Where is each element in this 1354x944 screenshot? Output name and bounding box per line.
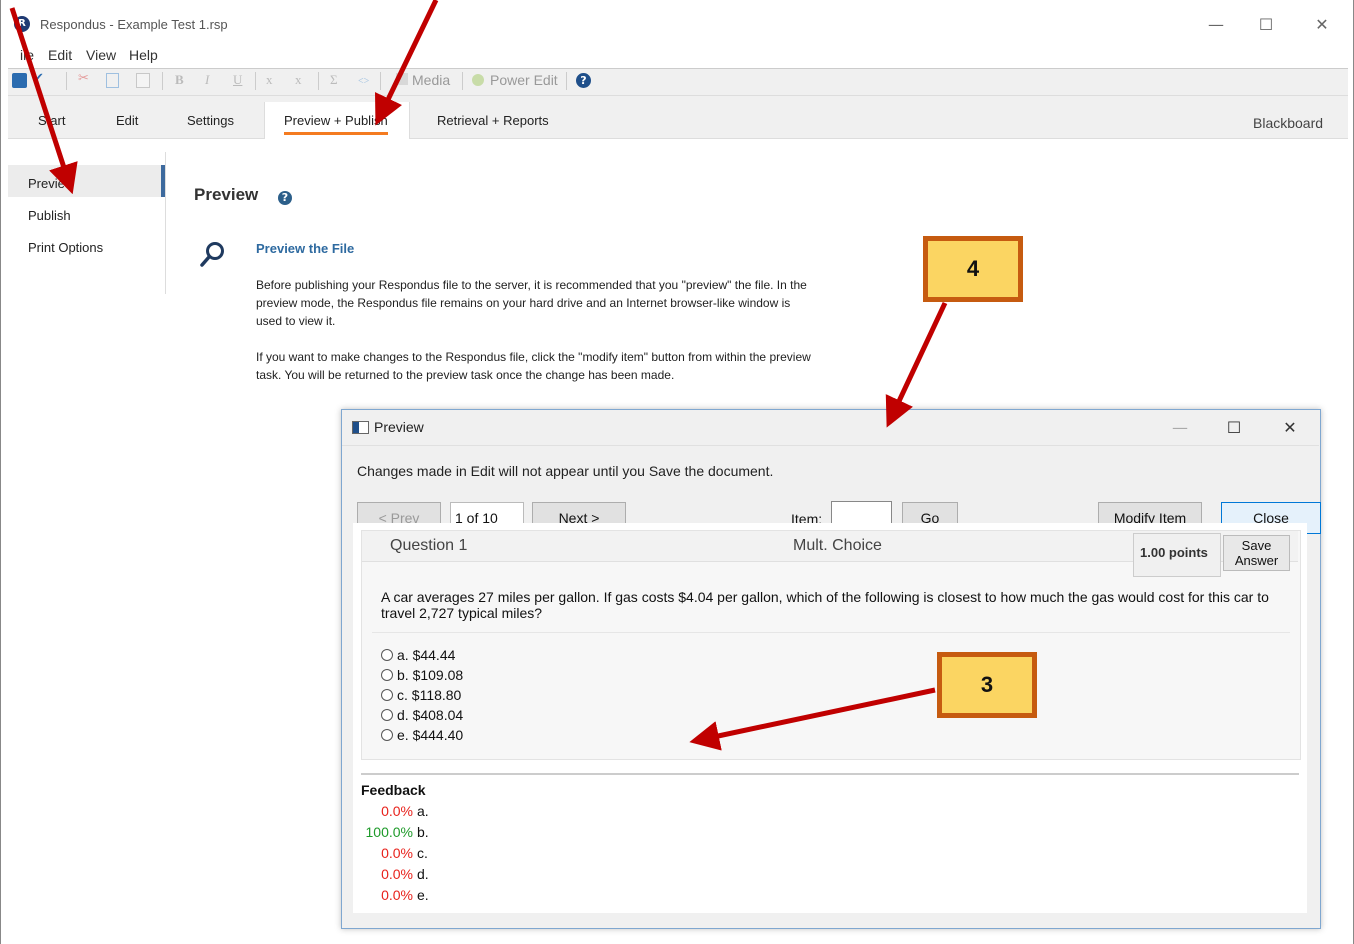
dialog-title: Preview <box>374 419 424 435</box>
choice-label: a. $44.44 <box>397 647 456 663</box>
cut-icon[interactable]: ✂ <box>78 71 89 86</box>
subscript-button[interactable]: x <box>266 72 273 90</box>
dialog-close-icon[interactable]: ✕ <box>1270 416 1310 440</box>
tab-settings[interactable]: Settings <box>187 113 234 128</box>
feedback-row: 0.0% a. <box>361 803 441 819</box>
save-icon[interactable] <box>12 73 27 88</box>
maximize-icon[interactable]: ☐ <box>1246 12 1286 38</box>
choice-label: c. $118.80 <box>397 687 462 703</box>
toolbar-divider <box>66 72 67 90</box>
save-answer-button[interactable]: Save Answer <box>1223 535 1290 571</box>
underline-button[interactable]: U <box>233 72 242 90</box>
question-number: Question 1 <box>390 537 468 554</box>
menu-help[interactable]: Help <box>129 47 158 63</box>
tab-preview-publish[interactable]: Preview + Publish <box>284 113 388 128</box>
section-subtitle: Preview the File <box>256 241 355 256</box>
sidebar-item-preview[interactable]: Preview <box>28 176 74 191</box>
feedback-percent: 0.0% <box>381 866 413 882</box>
power-edit-icon <box>472 74 484 86</box>
menu-file[interactable]: ile <box>20 47 34 63</box>
dialog-divider <box>342 445 1319 446</box>
close-icon[interactable]: ✕ <box>1302 12 1342 38</box>
lms-label: Blackboard <box>1253 115 1324 131</box>
feedback-letter: b. <box>417 824 429 840</box>
search-icon <box>200 242 224 267</box>
radio-button[interactable] <box>381 709 393 721</box>
feedback-letter: a. <box>417 803 429 819</box>
sidebar-divider <box>165 152 166 294</box>
spellcheck-icon[interactable]: ✔ <box>33 71 44 86</box>
toolbar-divider <box>162 72 163 90</box>
question-stem: A car averages 27 miles per gallon. If g… <box>381 589 1269 621</box>
toolbar-divider <box>318 72 319 90</box>
power-edit-button[interactable]: Power Edit <box>490 72 558 90</box>
menu-view[interactable]: View <box>86 47 116 63</box>
save-notice: Changes made in Edit will not appear unt… <box>357 463 774 479</box>
feedback-letter: c. <box>417 845 428 861</box>
radio-button[interactable] <box>381 649 393 661</box>
modify-paragraph: If you want to make changes to the Respo… <box>256 350 811 382</box>
choice-label: b. $109.08 <box>397 667 464 683</box>
question-type: Mult. Choice <box>793 537 882 554</box>
bold-button[interactable]: B <box>175 72 184 90</box>
radio-button[interactable] <box>381 669 393 681</box>
toolbar-divider <box>380 72 381 90</box>
callout-4: 4 <box>923 236 1023 302</box>
feedback-percent: 0.0% <box>381 803 413 819</box>
toolbar-divider <box>566 72 567 90</box>
answer-choice-d[interactable]: d. $408.04 <box>381 707 463 723</box>
paste-icon[interactable] <box>136 73 150 88</box>
sidebar-item-publish[interactable]: Publish <box>28 208 71 223</box>
feedback-letter: e. <box>417 887 429 903</box>
answer-choice-c[interactable]: c. $118.80 <box>381 687 461 703</box>
feedback-divider <box>361 773 1299 775</box>
feedback-row: 0.0% e. <box>361 887 441 903</box>
feedback-row: 0.0% d. <box>361 866 441 882</box>
tab-edit[interactable]: Edit <box>116 113 138 128</box>
media-button[interactable]: Media <box>412 72 450 90</box>
points-value: 1.00 points <box>1140 545 1208 560</box>
sidebar-item-print-options[interactable]: Print Options <box>28 240 103 255</box>
radio-button[interactable] <box>381 729 393 741</box>
intro-paragraph: Before publishing your Respondus file to… <box>256 278 807 328</box>
dialog-minimize-icon[interactable]: — <box>1160 416 1200 440</box>
help-icon[interactable]: ? <box>278 191 292 205</box>
equation-button[interactable]: Σ <box>330 72 338 90</box>
radio-button[interactable] <box>381 689 393 701</box>
italic-button[interactable]: I <box>205 72 209 90</box>
feedback-letter: d. <box>417 866 429 882</box>
html-code-button[interactable]: <> <box>358 76 369 94</box>
toolbar-divider <box>462 72 463 90</box>
respondus-logo-icon: R <box>14 16 30 32</box>
active-tab-indicator <box>284 132 388 135</box>
stem-divider <box>372 632 1290 633</box>
feedback-title: Feedback <box>361 782 426 798</box>
feedback-percent: 0.0% <box>381 845 413 861</box>
superscript-button[interactable]: x <box>295 72 302 90</box>
window-icon <box>352 421 369 434</box>
media-icon <box>396 73 408 85</box>
minimize-icon[interactable]: — <box>1196 12 1236 38</box>
answer-choice-e[interactable]: e. $444.40 <box>381 727 463 743</box>
callout-3: 3 <box>937 652 1037 718</box>
answer-choice-b[interactable]: b. $109.08 <box>381 667 463 683</box>
answer-choice-a[interactable]: a. $44.44 <box>381 647 455 663</box>
tab-retrieval-reports[interactable]: Retrieval + Reports <box>437 113 549 128</box>
feedback-row: 100.0% b. <box>361 824 441 840</box>
feedback-percent: 0.0% <box>381 887 413 903</box>
feedback-percent: 100.0% <box>365 824 413 840</box>
page-title: Preview <box>194 185 259 204</box>
menu-edit[interactable]: Edit <box>48 47 72 63</box>
toolbar-divider <box>255 72 256 90</box>
feedback-row: 0.0% c. <box>361 845 441 861</box>
tab-start[interactable]: S art <box>38 113 65 128</box>
window-title: Respondus - Example Test 1.rsp <box>40 17 228 32</box>
choice-label: d. $408.04 <box>397 707 464 723</box>
copy-icon[interactable] <box>106 73 119 88</box>
help-icon[interactable]: ? <box>576 73 591 88</box>
dialog-maximize-icon[interactable]: ☐ <box>1214 416 1254 440</box>
choice-label: e. $444.40 <box>397 727 464 743</box>
